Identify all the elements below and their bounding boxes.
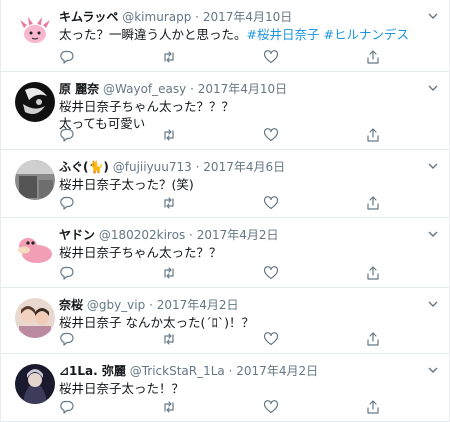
share-icon[interactable]: [365, 399, 381, 415]
reply-icon[interactable]: [59, 331, 75, 347]
user-handle[interactable]: @180202kiros: [99, 228, 185, 242]
user-handle[interactable]: @fujiiyuu713: [113, 160, 192, 174]
tweet[interactable]: ヤドン @180202kiros · 2017年4月2日 桜井日奈子ちゃん太った…: [1, 218, 450, 288]
user-handle[interactable]: @TrickStaR_1La: [130, 364, 225, 378]
tweet-text: 桜井日奈子 なんか太った(´ﾛ`)！？: [59, 314, 254, 331]
tweet-date[interactable]: 2017年4月10日: [198, 82, 287, 96]
reply-icon[interactable]: [59, 195, 75, 211]
reply-icon[interactable]: [59, 127, 75, 143]
retweet-icon[interactable]: [161, 331, 177, 347]
tweet[interactable]: 奈桜 @gby_vip · 2017年4月2日 桜井日奈子 なんか太った(´ﾛ`…: [1, 288, 450, 354]
share-icon[interactable]: [365, 127, 381, 143]
heart-icon[interactable]: [263, 49, 279, 65]
separator: ·: [190, 82, 194, 96]
tweet-actions: [59, 195, 389, 211]
separator: ·: [195, 160, 200, 174]
user-handle[interactable]: @gby_vip: [87, 298, 145, 312]
display-name[interactable]: ふぐ(🐈): [59, 160, 109, 174]
avatar[interactable]: [15, 10, 55, 50]
retweet-icon[interactable]: [161, 49, 177, 65]
tweet-text-line: 桜井日奈子 なんか太った(´ﾛ`)！？: [59, 315, 254, 330]
tweet-actions: [59, 127, 389, 143]
tweet-header: キムラッペ @kimurapp · 2017年4月10日: [59, 9, 292, 25]
chevron-down-icon[interactable]: [426, 80, 440, 94]
heart-icon[interactable]: [263, 195, 279, 211]
hashtag-link[interactable]: #ヒルナンデス: [323, 27, 408, 42]
heart-icon[interactable]: [263, 399, 279, 415]
tweet-date[interactable]: 2017年4月2日: [236, 364, 318, 378]
tweet-text: 桜井日奈子ちゃん太った？？: [59, 244, 222, 261]
display-name[interactable]: キムラッペ: [59, 10, 118, 24]
dark-face-icon: [15, 82, 55, 122]
share-icon[interactable]: [365, 195, 381, 211]
user-handle[interactable]: @kimurapp: [122, 10, 191, 24]
tweet[interactable]: ⊿1La. 弥麗 @TrickStaR_1La · 2017年4月2日 桜井日奈…: [1, 354, 450, 422]
chevron-down-icon[interactable]: [426, 8, 440, 22]
user-handle[interactable]: @Wayof_easy: [103, 82, 186, 96]
avatar[interactable]: [15, 82, 55, 122]
gray-photo-icon: [15, 160, 55, 200]
tweet-header: ヤドン @180202kiros · 2017年4月2日: [59, 227, 279, 243]
reply-icon[interactable]: [59, 49, 75, 65]
heart-icon[interactable]: [263, 265, 279, 281]
anime-character-icon: [15, 364, 55, 404]
retweet-icon[interactable]: [161, 127, 177, 143]
tweet-header: ⊿1La. 弥麗 @TrickStaR_1La · 2017年4月2日: [59, 363, 318, 379]
tweet-feed: キムラッペ @kimurapp · 2017年4月10日 太った？一瞬違う人かと…: [0, 0, 450, 422]
separator: ·: [189, 228, 193, 242]
reply-icon[interactable]: [59, 399, 75, 415]
reply-icon[interactable]: [59, 265, 75, 281]
separator: ·: [149, 298, 153, 312]
tweet-text: 桜井日奈子太った？(笑): [59, 176, 194, 193]
tweet-text-line: 桜井日奈子太った？(笑): [59, 177, 194, 192]
tweet[interactable]: キムラッペ @kimurapp · 2017年4月10日 太った？一瞬違う人かと…: [1, 0, 450, 72]
chevron-down-icon[interactable]: [426, 296, 440, 310]
slowpoke-icon: [15, 228, 55, 268]
chevron-down-icon[interactable]: [426, 226, 440, 240]
tweet-text-line: 桜井日奈子ちゃん太った？？？: [59, 99, 235, 114]
tweet-text-line: 桜井日奈子ちゃん太った？？: [59, 245, 222, 260]
separator: ·: [228, 364, 233, 378]
tweet[interactable]: ふぐ(🐈) @fujiiyuu713 · 2017年4月6日 桜井日奈子太った？…: [1, 150, 450, 218]
avatar[interactable]: [15, 364, 55, 404]
share-icon[interactable]: [365, 331, 381, 347]
share-icon[interactable]: [365, 49, 381, 65]
tweet-actions: [59, 265, 389, 281]
tweet-actions: [59, 331, 389, 347]
avatar[interactable]: [15, 228, 55, 268]
separator: ·: [195, 10, 199, 24]
tweet-date[interactable]: 2017年4月2日: [157, 298, 239, 312]
heart-icon[interactable]: [263, 331, 279, 347]
tweet-header: 奈桜 @gby_vip · 2017年4月2日: [59, 297, 239, 313]
tweet-text: 太った？一瞬違う人かと思った。#桜井日奈子 #ヒルナンデス: [59, 26, 409, 43]
display-name[interactable]: ⊿1La. 弥麗: [59, 364, 126, 378]
avatar[interactable]: [15, 160, 55, 200]
tweet-date[interactable]: 2017年4月10日: [203, 10, 292, 24]
share-icon[interactable]: [365, 265, 381, 281]
chevron-down-icon[interactable]: [426, 158, 440, 172]
tweet-actions: [59, 399, 389, 415]
tweet-date[interactable]: 2017年4月2日: [197, 228, 279, 242]
hashtag-link[interactable]: #桜井日奈子: [247, 27, 320, 42]
tweet-header: ふぐ(🐈) @fujiiyuu713 · 2017年4月6日: [59, 159, 285, 175]
retweet-icon[interactable]: [161, 195, 177, 211]
tweet-text: 桜井日奈子太った！？: [59, 380, 184, 397]
retweet-icon[interactable]: [161, 399, 177, 415]
display-name[interactable]: ヤドン: [59, 228, 95, 242]
girls-photo-icon: [15, 298, 55, 338]
pink-monster-icon: [15, 10, 55, 50]
heart-icon[interactable]: [263, 127, 279, 143]
tweet-text-plain: 太った？一瞬違う人かと思った。: [59, 27, 247, 42]
tweet-actions: [59, 49, 389, 65]
tweet-header: 原 麗奈 @Wayof_easy · 2017年4月10日: [59, 81, 287, 97]
retweet-icon[interactable]: [161, 265, 177, 281]
tweet[interactable]: 原 麗奈 @Wayof_easy · 2017年4月10日 桜井日奈子ちゃん太っ…: [1, 72, 450, 150]
tweet-date[interactable]: 2017年4月6日: [203, 160, 285, 174]
display-name[interactable]: 原 麗奈: [59, 82, 99, 96]
tweet-text-line: 桜井日奈子太った！？: [59, 381, 185, 396]
display-name[interactable]: 奈桜: [59, 298, 83, 312]
avatar[interactable]: [15, 298, 55, 338]
chevron-down-icon[interactable]: [426, 362, 440, 376]
